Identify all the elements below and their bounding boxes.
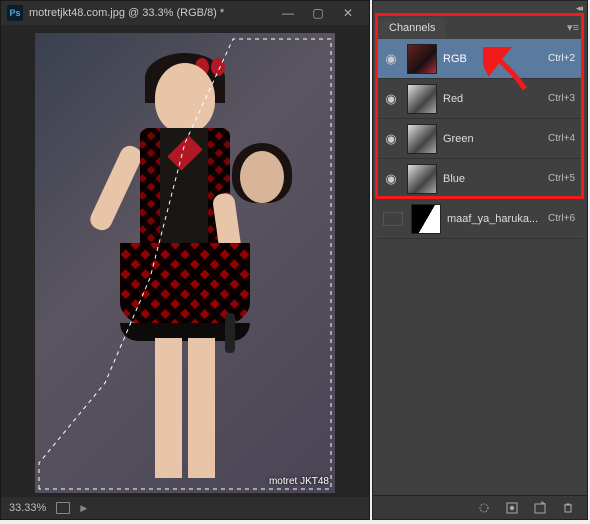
visibility-eye-icon[interactable]: ◉ — [381, 91, 401, 107]
channel-thumbnail — [407, 124, 437, 154]
panel-menu-icon[interactable]: ▾≡ — [567, 21, 579, 34]
close-button[interactable]: ✕ — [333, 2, 363, 24]
titlebar[interactable]: Ps motretjkt48.com.jpg @ 33.3% (RGB/8) *… — [1, 1, 369, 25]
delete-channel-icon[interactable] — [559, 500, 577, 516]
collapse-panel-icon[interactable]: ◂◂ — [576, 3, 581, 14]
status-bar: 33.33% ▶ — [1, 497, 369, 519]
new-channel-icon[interactable] — [531, 500, 549, 516]
channel-name: maaf_ya_haruka... — [447, 213, 548, 225]
channel-thumbnail — [411, 204, 441, 234]
image-watermark: motret JKT48 — [269, 476, 329, 487]
channel-thumbnail — [407, 84, 437, 114]
channel-row-green[interactable]: ◉ Green Ctrl+4 — [377, 119, 583, 159]
document-window: Ps motretjkt48.com.jpg @ 33.3% (RGB/8) *… — [0, 0, 370, 520]
canvas-area[interactable]: motret JKT48 — [1, 25, 369, 499]
visibility-eye-icon[interactable]: ◉ — [381, 171, 401, 187]
channel-name: RGB — [443, 53, 548, 65]
photoshop-app-icon: Ps — [7, 5, 23, 21]
channel-list: ◉ RGB Ctrl+2 ◉ Red Ctrl+3 ◉ Green Ctrl+4… — [377, 39, 583, 239]
channel-name: Green — [443, 133, 548, 145]
channel-shortcut: Ctrl+3 — [548, 93, 579, 104]
channels-tab-label: Channels — [389, 22, 435, 34]
save-selection-as-channel-icon[interactable] — [503, 500, 521, 516]
panel-footer — [373, 495, 587, 519]
channels-tab[interactable]: Channels — [379, 18, 445, 38]
channel-row-alpha[interactable]: maaf_ya_haruka... Ctrl+6 — [377, 199, 583, 239]
channel-shortcut: Ctrl+5 — [548, 173, 579, 184]
channels-panel: ◂◂ Channels ▾≡ ◉ RGB Ctrl+2 ◉ Red Ctrl+3… — [372, 0, 588, 520]
document-image[interactable]: motret JKT48 — [35, 33, 335, 493]
channel-shortcut: Ctrl+2 — [548, 53, 579, 64]
load-channel-as-selection-icon[interactable] — [475, 500, 493, 516]
channel-thumbnail — [407, 164, 437, 194]
visibility-eye-icon[interactable]: ◉ — [381, 131, 401, 147]
channel-row-blue[interactable]: ◉ Blue Ctrl+5 — [377, 159, 583, 199]
zoom-level[interactable]: 33.33% — [9, 502, 46, 514]
channel-row-rgb[interactable]: ◉ RGB Ctrl+2 — [377, 39, 583, 79]
status-chevron-icon[interactable]: ▶ — [80, 503, 87, 514]
visibility-eye-icon[interactable]: ◉ — [381, 51, 401, 67]
minimize-button[interactable]: — — [273, 2, 303, 24]
channel-shortcut: Ctrl+4 — [548, 133, 579, 144]
channel-shortcut: Ctrl+6 — [548, 213, 579, 224]
document-info-icon[interactable] — [56, 502, 70, 514]
channel-thumbnail — [407, 44, 437, 74]
visibility-toggle-empty[interactable] — [383, 212, 403, 226]
channel-row-red[interactable]: ◉ Red Ctrl+3 — [377, 79, 583, 119]
channel-name: Red — [443, 93, 548, 105]
maximize-button[interactable]: ▢ — [303, 2, 333, 24]
document-title: motretjkt48.com.jpg @ 33.3% (RGB/8) * — [29, 7, 273, 19]
channel-name: Blue — [443, 173, 548, 185]
